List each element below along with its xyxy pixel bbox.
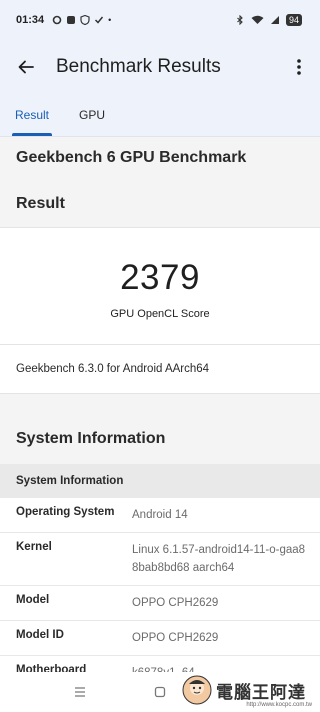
back-button[interactable] <box>2 43 50 91</box>
row-value: OPPO CPH2629 <box>132 632 219 644</box>
watermark-url: http://www.kocpc.com.tw <box>246 702 312 708</box>
system-info-subheader: System Information <box>0 464 320 498</box>
menu-icon <box>75 687 85 697</box>
home-button[interactable] <box>151 683 169 701</box>
more-options-button[interactable] <box>284 43 314 91</box>
watermark: 電腦王阿達 http://www.kocpc.com.tw <box>182 670 314 710</box>
shield-icon <box>80 15 90 25</box>
tab-bar: Result GPU <box>0 94 320 136</box>
status-time: 01:34 <box>16 14 45 26</box>
page-title: Benchmark Results <box>56 56 221 77</box>
status-bar: 01:34 • 94 <box>0 0 320 40</box>
home-square-icon <box>154 686 166 698</box>
status-system-icons: 94 <box>235 14 302 26</box>
row-value: Linux 6.1.57-android14-11-o-gaa88bab8bd6… <box>132 544 306 574</box>
system-info-header: System Information <box>0 394 320 464</box>
table-row: Model OPPO CPH2629 <box>0 586 320 621</box>
score-value: 2379 <box>120 258 200 297</box>
watermark-text: 電腦王阿達 <box>216 682 306 702</box>
benchmark-header: Geekbench 6 GPU Benchmark Result <box>0 137 320 227</box>
app-notification-icon <box>67 16 76 24</box>
app-bar: Benchmark Results <box>0 40 320 94</box>
table-row: Kernel Linux 6.1.57-android14-11-o-gaa88… <box>0 533 320 586</box>
bluetooth-icon <box>237 15 243 25</box>
row-value: Android 14 <box>132 509 188 521</box>
version-text: Geekbench 6.3.0 for Android AArch64 <box>16 363 210 375</box>
benchmark-title: Geekbench 6 GPU Benchmark <box>16 149 247 166</box>
more-vert-icon <box>297 59 301 75</box>
row-value: OPPO CPH2629 <box>132 597 219 609</box>
status-notification-icons: • <box>52 15 111 25</box>
result-heading: Result <box>16 195 65 212</box>
watermark-logo-icon <box>182 675 212 705</box>
table-row: Operating System Android 14 <box>0 498 320 533</box>
settings-icon <box>52 15 62 25</box>
system-info-title: System Information <box>16 430 166 447</box>
signal-icon <box>270 16 279 24</box>
version-row: Geekbench 6.3.0 for Android AArch64 <box>0 345 320 394</box>
row-key: Kernel <box>16 541 52 553</box>
system-info-table: Operating System Android 14 Kernel Linux… <box>0 498 320 691</box>
dot-icon: • <box>108 15 112 25</box>
arrow-back-icon <box>18 60 34 74</box>
table-row: Model ID OPPO CPH2629 <box>0 621 320 656</box>
row-key: Operating System <box>16 506 115 518</box>
tab-result[interactable]: Result <box>0 94 64 136</box>
recents-button[interactable] <box>71 683 89 701</box>
wifi-icon <box>251 15 264 24</box>
score-label: GPU OpenCL Score <box>110 308 210 320</box>
tab-gpu[interactable]: GPU <box>64 94 120 136</box>
battery-indicator: 94 <box>285 14 302 26</box>
row-key: Model <box>16 594 50 606</box>
check-notification-icon <box>95 16 104 24</box>
score-card: 2379 GPU OpenCL Score <box>0 227 320 345</box>
row-key: Model ID <box>16 629 64 641</box>
